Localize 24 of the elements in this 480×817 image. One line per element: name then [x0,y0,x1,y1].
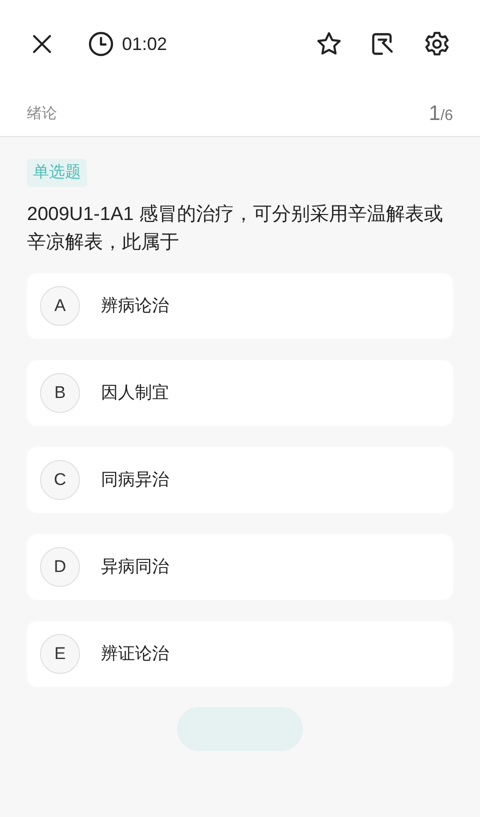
option-letter: C [40,460,80,500]
question-type-badge: 单选题 [27,159,87,187]
close-icon [31,33,53,55]
answer-option[interactable]: D 异病同治 [27,534,453,600]
answer-option[interactable]: A 辨病论治 [27,273,453,339]
answer-option[interactable]: B 因人制宜 [27,360,453,426]
timer-text: 01:02 [122,32,168,56]
option-letter: A [40,286,80,326]
option-text: 因人制宜 [101,382,169,404]
option-text: 异病同治 [101,556,169,578]
option-letter: B [40,373,80,413]
question-counter: 1/6 [428,101,453,128]
settings-icon [423,30,451,58]
option-letter: E [40,634,80,674]
answer-option[interactable]: C 同病异治 [27,447,453,513]
chapter-title: 绪论 [27,104,57,124]
edit-icon [370,31,396,57]
option-text: 同病异治 [101,469,169,492]
option-letter: D [40,547,80,587]
option-text: 辨病论治 [101,295,169,318]
question-text: 2009U1-1A1 感冒的治疗，可分别采用辛温解表或辛凉解表，此属于 [27,203,444,255]
option-text: 辨证论治 [101,643,169,666]
clock-icon [88,31,114,57]
answer-option[interactable]: E 辨证论治 [27,621,453,687]
